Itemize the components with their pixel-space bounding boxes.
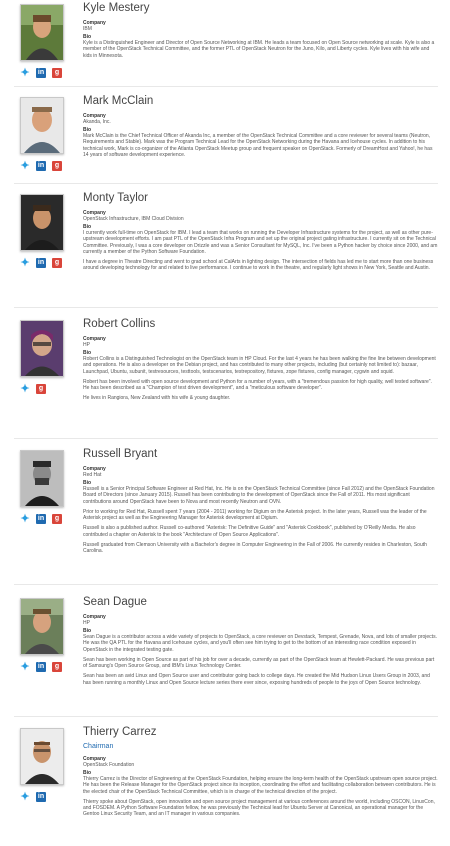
profile-name: Thierry Carrez (83, 726, 157, 738)
social-links: ✦ in g (20, 258, 62, 269)
bio-paragraph: I have a degree in Theatre Directing and… (83, 259, 434, 272)
company-value: Red Hat (83, 472, 102, 478)
google-plus-icon[interactable]: g (52, 161, 62, 171)
twitter-icon[interactable]: ✦ (20, 662, 30, 673)
bio-paragraph: Robert has been involved with open sourc… (83, 378, 432, 392)
company-value: HP (83, 620, 90, 626)
bio-paragraph: I currently work full-time on OpenStack … (83, 230, 438, 255)
twitter-icon[interactable]: ✦ (20, 792, 30, 803)
social-links: ✦ in g (20, 68, 62, 79)
bio-paragraph: Sean has been working in Open Source as … (83, 656, 435, 670)
bio-paragraph: Sean has been an avid Linux and Open Sou… (83, 673, 430, 686)
profile-name: Mark McClain (83, 95, 154, 107)
profile-content: Thierry Carrez Chairman Company OpenStac… (83, 726, 438, 822)
bio-paragraph: He lives in Rangiora, New Zealand with h… (83, 395, 231, 402)
google-plus-icon[interactable]: g (36, 384, 46, 394)
bio-paragraph: Robert Collins is a Distinguished Techno… (83, 356, 436, 375)
profile-photo[interactable] (20, 450, 64, 507)
profile-content: Mark McClain Company Akanda, Inc. Bio Ma… (83, 95, 438, 162)
profile-name: Robert Collins (83, 318, 156, 330)
google-plus-icon[interactable]: g (52, 258, 62, 268)
profile-content: Monty Taylor Company OpenStack Infrastru… (83, 192, 438, 276)
profile-name: Sean Dague (83, 596, 147, 608)
bio-paragraph: Mark McClain is the Chief Technical Offi… (83, 133, 433, 158)
company-value: OpenStack Infrastructure, IBM Cloud Divi… (83, 216, 184, 222)
company-value: Akanda, Inc. (83, 119, 111, 125)
profile-content: Kyle Mestery Company IBM Bio Kyle is a D… (83, 2, 438, 63)
linkedin-icon[interactable]: in (36, 68, 46, 78)
twitter-icon[interactable]: ✦ (20, 384, 30, 395)
social-links: ✦ in (20, 792, 46, 803)
bio-paragraph: Russell is also a published author. Russ… (83, 525, 416, 538)
profile-name: Monty Taylor (83, 192, 148, 204)
divider (14, 183, 438, 184)
social-links: ✦ g (20, 384, 46, 395)
google-plus-icon[interactable]: g (52, 68, 62, 78)
profile-name: Russell Bryant (83, 448, 158, 460)
social-links: ✦ in g (20, 161, 62, 172)
company-value: OpenStack Foundation (83, 762, 135, 768)
bio-paragraph: Thierry spoke about OpenStack, open inno… (83, 798, 435, 818)
company-value: IBM (83, 26, 92, 32)
profile-photo[interactable] (20, 598, 64, 655)
bio-paragraph: Sean Dague is a contributor across a wid… (83, 634, 437, 653)
profile-role: Chairman (83, 743, 114, 750)
profile-content: Robert Collins Company HP Bio Robert Col… (83, 318, 438, 406)
profile-photo[interactable] (20, 97, 64, 154)
twitter-icon[interactable]: ✦ (20, 68, 30, 79)
linkedin-icon[interactable]: in (36, 258, 46, 268)
profile-photo[interactable] (20, 194, 64, 251)
social-links: ✦ in g (20, 662, 62, 673)
divider (14, 307, 438, 308)
google-plus-icon[interactable]: g (52, 514, 62, 524)
twitter-icon[interactable]: ✦ (20, 514, 30, 525)
bio-paragraph: Russell is a Senior Principal Software E… (83, 486, 435, 505)
linkedin-icon[interactable]: in (36, 514, 46, 524)
profile-content: Russell Bryant Company Red Hat Bio Russe… (83, 448, 438, 559)
linkedin-icon[interactable]: in (36, 792, 46, 802)
bio-paragraph: Russell graduated from Clemson Universit… (83, 542, 427, 555)
twitter-icon[interactable]: ✦ (20, 161, 30, 172)
bio-paragraph: Thierry Carrez is the Director of Engine… (83, 776, 438, 795)
company-value: HP (83, 342, 90, 348)
profile-name: Kyle Mestery (83, 2, 150, 14)
social-links: ✦ in g (20, 514, 62, 525)
profile-content: Sean Dague Company HP Bio Sean Dague is … (83, 596, 438, 690)
profile-photo[interactable] (20, 320, 64, 377)
profile-photo[interactable] (20, 728, 64, 785)
profile-photo[interactable] (20, 4, 64, 61)
bio-paragraph: Prior to working for Red Hat, Russell sp… (83, 508, 427, 522)
divider (14, 584, 438, 585)
twitter-icon[interactable]: ✦ (20, 258, 30, 269)
linkedin-icon[interactable]: in (36, 161, 46, 171)
divider (14, 716, 438, 717)
google-plus-icon[interactable]: g (52, 662, 62, 672)
linkedin-icon[interactable]: in (36, 662, 46, 672)
divider (14, 86, 438, 87)
divider (14, 438, 438, 439)
bio-paragraph: Kyle is a Distinguished Engineer and Dir… (83, 40, 435, 59)
